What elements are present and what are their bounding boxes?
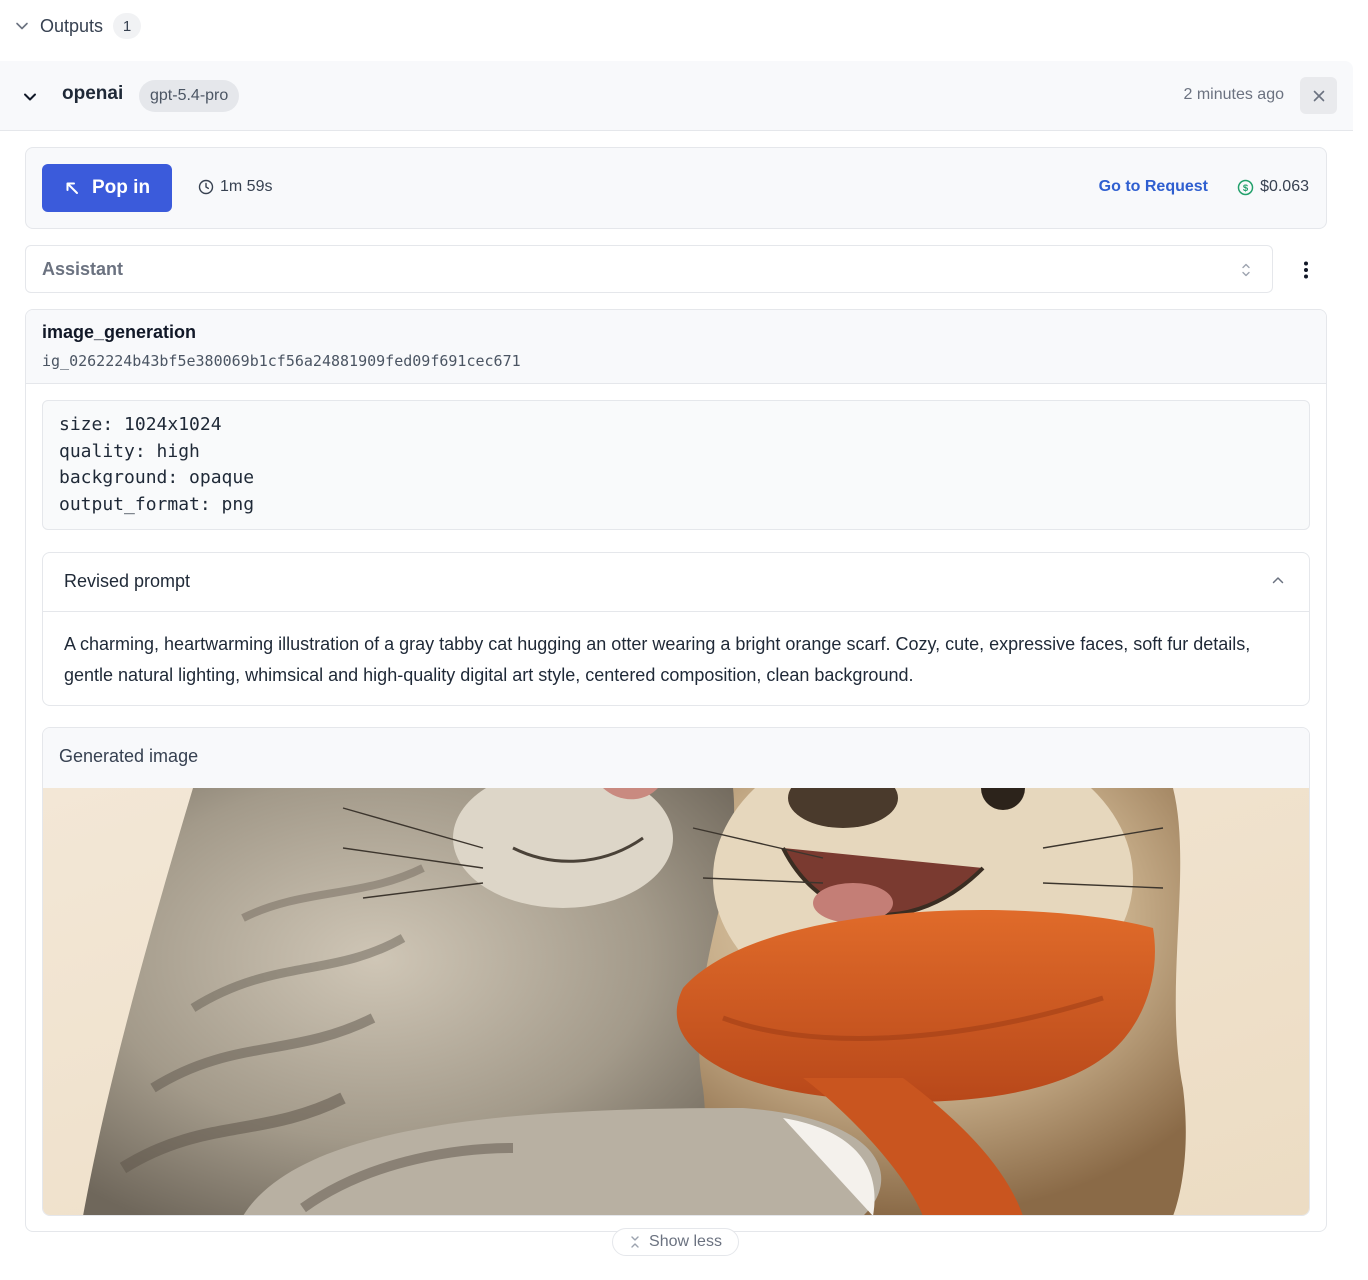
more-options-button[interactable]: [1294, 258, 1318, 282]
generated-image: [43, 788, 1309, 1215]
revised-prompt-title: Revised prompt: [64, 571, 191, 591]
show-less-label: Show less: [649, 1233, 722, 1250]
more-vertical-icon: [1304, 261, 1308, 279]
generated-image-title: Generated image: [59, 746, 199, 766]
role-select[interactable]: Assistant: [25, 245, 1273, 293]
pop-in-button[interactable]: Pop in: [42, 164, 172, 212]
outputs-title: Outputs: [40, 15, 104, 36]
dollar-circle-icon: $: [1237, 179, 1254, 195]
revised-prompt-text: A charming, heartwarming illustration of…: [64, 634, 1251, 685]
role-selected-value: Assistant: [42, 259, 124, 279]
cost: $ $0.063: [1237, 178, 1309, 196]
go-to-request-link[interactable]: Go to Request: [1099, 178, 1208, 196]
clock-icon: [198, 179, 214, 195]
param-line: quality: high: [59, 440, 200, 462]
provider-name: openai: [62, 83, 124, 104]
param-line: output_format: png: [59, 494, 255, 516]
model-badge: gpt-5.4-pro: [139, 80, 240, 112]
show-less-button[interactable]: Show less: [612, 1228, 739, 1256]
chevrons-up-down-icon: [1240, 260, 1252, 285]
svg-text:$: $: [1243, 183, 1249, 194]
arrow-up-left-icon: [66, 182, 78, 194]
cost-value: $0.063: [1260, 178, 1309, 195]
outputs-header[interactable]: Outputs 1: [14, 12, 142, 40]
close-icon: [1313, 90, 1324, 101]
duration-value: 1m 59s: [220, 178, 273, 195]
timestamp: 2 minutes ago: [1183, 86, 1284, 103]
tool-call-id: ig_0262224b43bf5e380069b1cf56a24881909fe…: [42, 352, 521, 370]
chevron-up-icon[interactable]: [1271, 573, 1285, 592]
collapse-icon: [631, 1236, 639, 1248]
duration: 1m 59s: [198, 178, 272, 196]
run-toolbar: Pop in 1m 59s Go to Request $ $0.063: [25, 147, 1327, 229]
chevron-down-icon[interactable]: [20, 87, 40, 107]
tool-call-card: image_generation ig_0262224b43bf5e380069…: [25, 309, 1327, 1232]
param-line: background: opaque: [59, 467, 255, 489]
run-header: openai gpt-5.4-pro 2 minutes ago: [0, 61, 1353, 131]
revised-prompt-panel: Revised prompt A charming, heartwarming …: [42, 552, 1310, 706]
close-button[interactable]: [1300, 77, 1337, 114]
chevron-down-icon[interactable]: [14, 18, 30, 34]
generated-image-panel: Generated image: [42, 727, 1310, 1216]
generated-image-header: Generated image: [43, 728, 1309, 788]
outputs-count-badge: 1: [113, 13, 142, 39]
tool-name: image_generation: [42, 322, 197, 342]
pop-in-label: Pop in: [92, 177, 151, 198]
tool-call-header: image_generation ig_0262224b43bf5e380069…: [26, 310, 1326, 384]
params-block: size: 1024x1024 quality: high background…: [42, 400, 1310, 530]
revised-prompt-header[interactable]: Revised prompt: [43, 553, 1309, 612]
param-line: size: 1024x1024: [59, 414, 222, 435]
